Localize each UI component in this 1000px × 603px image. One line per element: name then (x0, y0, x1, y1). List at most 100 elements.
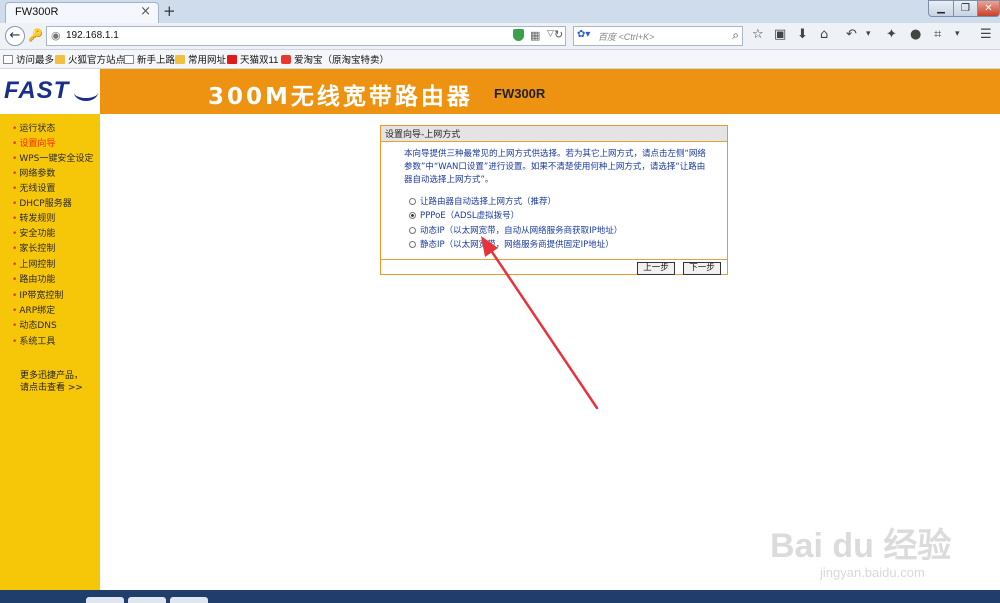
taobao-icon (281, 55, 291, 64)
browser-navbar: ← 🔑 ◉ 192.168.1.1 ▦ ▽ ↻ ✿▾ 百度 <Ctrl+K> ⌕… (0, 23, 1000, 50)
bullet-icon: • (12, 184, 18, 194)
home-icon[interactable]: ⌂ (820, 27, 828, 42)
chevron-down-icon[interactable]: ▽ (547, 29, 554, 39)
product-model: FW300R (494, 86, 546, 101)
bullet-icon: • (12, 199, 18, 209)
next-step-button[interactable]: 下一步 (683, 262, 721, 275)
browser-titlebar: FW300R × + ▁ ❐ ✕ (0, 0, 1000, 23)
tmall-icon (227, 55, 237, 64)
bullet-icon: • (12, 321, 18, 331)
radio-auto[interactable] (409, 198, 416, 205)
prev-step-button[interactable]: 上一步 (637, 262, 675, 275)
close-window-button[interactable]: ✕ (977, 0, 1000, 17)
bookmark-item[interactable]: 爱淘宝（原淘宝特卖） (281, 52, 389, 66)
bookmark-item[interactable]: 天猫双11 (227, 52, 278, 66)
bullet-icon: • (12, 306, 18, 316)
bullet-icon: • (12, 275, 18, 285)
new-tab-button[interactable]: + (163, 2, 176, 20)
radio-pppoe[interactable] (409, 212, 416, 219)
option-static-ip[interactable]: 静态IP（以太网宽带，网络服务商提供固定IP地址） (409, 238, 614, 251)
search-box[interactable]: ✿▾ 百度 <Ctrl+K> ⌕ (573, 26, 743, 46)
product-title: 300M无线宽带路由器 (208, 84, 473, 110)
star-icon[interactable]: ☆ (752, 27, 764, 42)
chat-icon[interactable]: ● (910, 27, 921, 42)
logo-swoosh-icon (74, 84, 98, 101)
sidebar-item-wps[interactable]: • WPS一键安全设定 (12, 152, 93, 166)
option-auto[interactable]: 让路由器自动选择上网方式（推荐） (409, 195, 556, 208)
wizard-description: 本向导提供三种最常见的上网方式供选择。若为其它上网方式，请点击左侧“网络参数”中… (404, 149, 706, 185)
sidebar-item-system-tools[interactable]: • 系统工具 (12, 335, 55, 349)
bullet-icon: • (12, 169, 18, 179)
baidu-watermark: Bai du 经验 (770, 527, 952, 565)
wizard-title-bar: 设置向导-上网方式 (381, 126, 727, 142)
taskbar-button[interactable] (128, 597, 166, 603)
sidebar-item-arp[interactable]: • ARP绑定 (12, 304, 55, 318)
bookmark-item[interactable]: 新手上路 (124, 52, 175, 66)
radio-static-ip[interactable] (409, 241, 416, 248)
bullet-icon: • (12, 337, 18, 347)
download-icon[interactable]: ⬇ (797, 27, 808, 42)
bullet-icon: • (12, 124, 18, 134)
sidebar-item-bandwidth[interactable]: • IP带宽控制 (12, 289, 63, 303)
qr-code-icon[interactable]: ▦ (530, 29, 540, 42)
option-pppoe[interactable]: PPPoE（ADSL虚拟拨号） (409, 209, 519, 222)
more-products-link-2[interactable]: 请点击查看 >> (20, 380, 83, 393)
bullet-icon: • (12, 214, 18, 224)
wizard-title: 设置向导-上网方式 (385, 130, 461, 140)
bullet-icon: • (12, 229, 18, 239)
refresh-icon[interactable]: ↻ (554, 28, 563, 41)
sidebar-item-routing[interactable]: • 路由功能 (12, 273, 55, 287)
menu-icon[interactable]: ☰ (980, 27, 992, 42)
bookmark-star-icon (3, 55, 13, 64)
undo-icon[interactable]: ↶ (846, 27, 857, 42)
folder-icon (175, 55, 185, 64)
tab-close-icon[interactable]: × (140, 4, 151, 19)
bookmark-item[interactable]: 火狐官方站点 (55, 52, 125, 66)
wizard-panel: 设置向导-上网方式 本向导提供三种最常见的上网方式供选择。若为其它上网方式，请点… (380, 125, 728, 275)
sidebar-item-setup-wizard[interactable]: • 设置向导 (12, 137, 55, 151)
sidebar-item-security[interactable]: • 安全功能 (12, 227, 55, 241)
sidebar-item-network[interactable]: • 网络参数 (12, 167, 55, 181)
panel-divider (381, 259, 727, 260)
taskbar-button[interactable] (170, 597, 208, 603)
reader-icon[interactable]: ▣ (774, 27, 786, 42)
watermark-url: jingyan.baidu.com (820, 565, 925, 580)
sidebar-item-forwarding[interactable]: • 转发规则 (12, 212, 55, 226)
folder-icon (55, 55, 65, 64)
address-bar[interactable]: ◉ 192.168.1.1 ▦ ▽ ↻ (46, 26, 566, 46)
sidebar-item-wireless[interactable]: • 无线设置 (12, 182, 55, 196)
minimize-button[interactable]: ▁ (928, 0, 954, 17)
sidebar-item-access-control[interactable]: • 上网控制 (12, 258, 55, 272)
key-icon[interactable]: 🔑 (28, 28, 43, 42)
crop-icon[interactable]: ⌗ (934, 27, 941, 42)
bullet-icon: • (12, 260, 18, 270)
option-dynamic-ip[interactable]: 动态IP（以太网宽带，自动从网络服务商获取IP地址） (409, 224, 622, 237)
bullet-icon: • (12, 244, 18, 254)
chevron-down-icon[interactable]: ▾ (955, 29, 960, 39)
chevron-down-icon[interactable]: ▾ (866, 29, 871, 39)
bookmark-item[interactable]: 访问最多 (3, 52, 54, 66)
sidebar-item-status[interactable]: • 运行状态 (12, 122, 55, 136)
sidebar-item-dhcp[interactable]: • DHCP服务器 (12, 197, 72, 211)
page-icon (124, 55, 134, 64)
baidu-paw-icon: ✿▾ (577, 29, 591, 40)
bookmarks-bar: 访问最多 火狐官方站点 新手上路 常用网址 天猫双11 爱淘宝（原淘宝特卖） (0, 50, 1000, 69)
puzzle-icon[interactable]: ✦ (886, 27, 897, 42)
url-text[interactable]: 192.168.1.1 (66, 30, 119, 41)
tab-title: FW300R (15, 6, 59, 18)
search-placeholder: 百度 <Ctrl+K> (598, 32, 655, 42)
maximize-button[interactable]: ❐ (953, 0, 978, 17)
bullet-icon: • (12, 291, 18, 301)
browser-tab[interactable]: FW300R × (5, 2, 159, 23)
shield-icon[interactable] (513, 29, 524, 41)
router-header: FAST 300M无线宽带路由器 FW300R (0, 69, 1000, 114)
search-icon[interactable]: ⌕ (732, 28, 739, 43)
radio-dynamic-ip[interactable] (409, 227, 416, 234)
sidebar-item-ddns[interactable]: • 动态DNS (12, 319, 57, 333)
sidebar-menu: • 运行状态 • 设置向导 • WPS一键安全设定 • 网络参数 • 无线设置 • DHCP… (0, 114, 100, 590)
bookmark-item[interactable]: 常用网址 (175, 52, 226, 66)
taskbar-button[interactable] (86, 597, 124, 603)
back-arrow-icon[interactable]: ← (5, 26, 25, 46)
sidebar-item-parental[interactable]: • 家长控制 (12, 242, 55, 256)
globe-icon: ◉ (51, 29, 61, 42)
